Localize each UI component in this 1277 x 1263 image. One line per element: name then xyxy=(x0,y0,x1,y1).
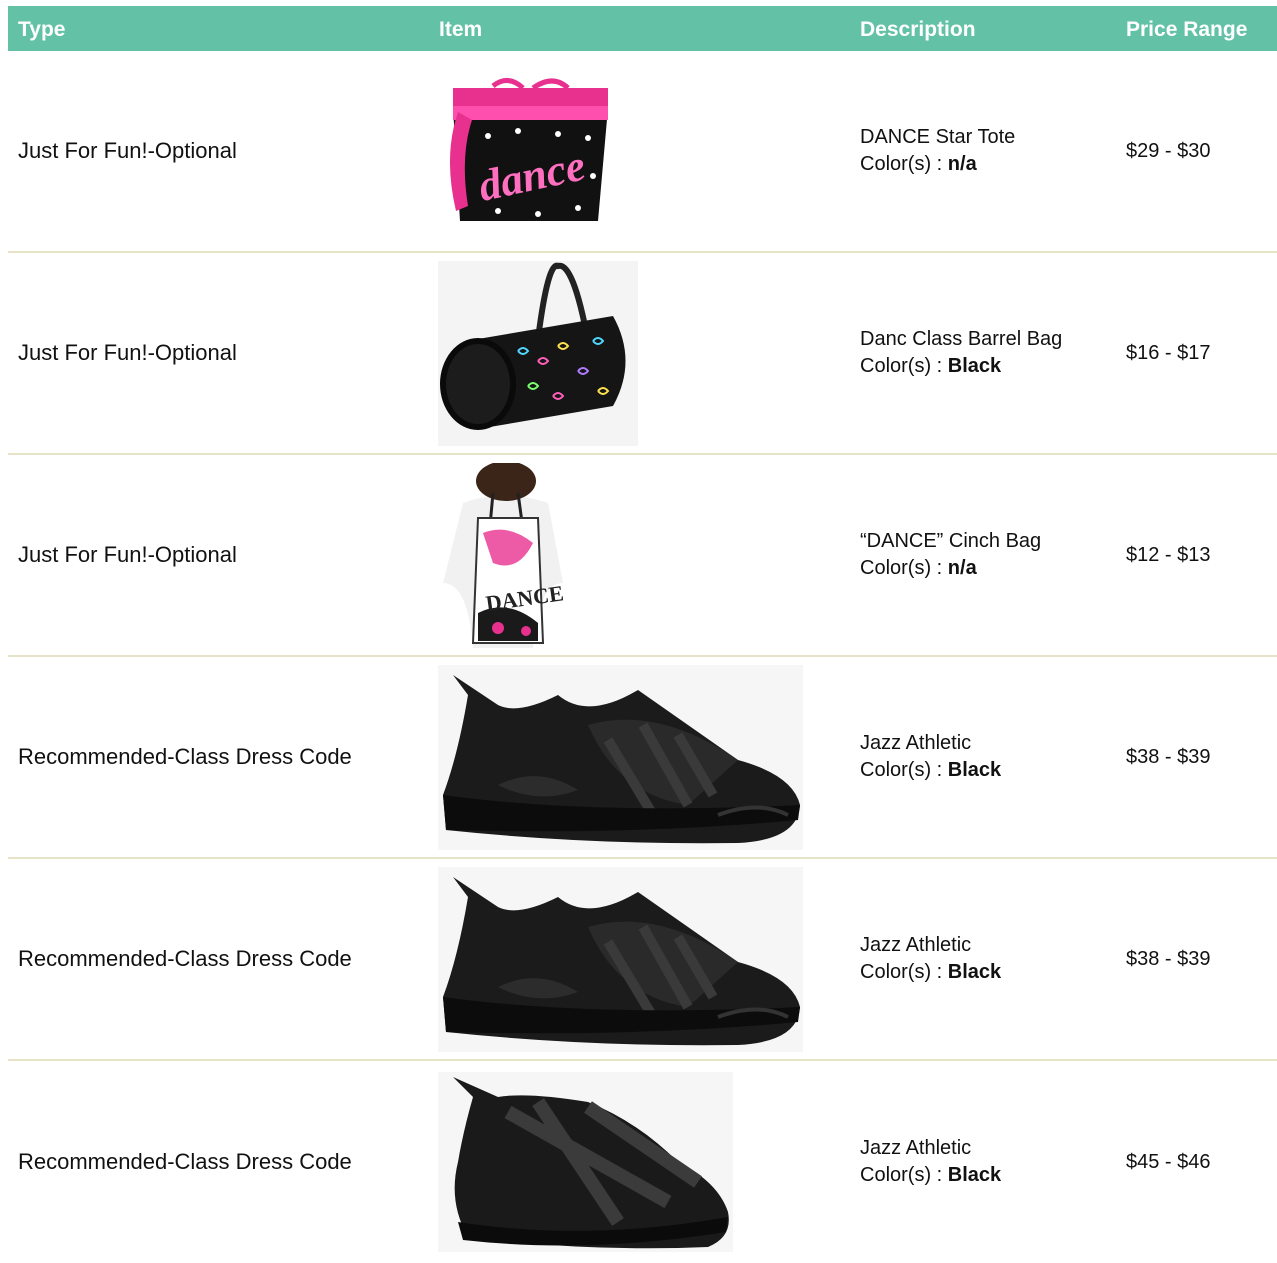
item-image[interactable] xyxy=(438,657,803,857)
type-cell: Recommended-Class Dress Code xyxy=(18,946,352,971)
table-row: Just For Fun!-Optional dance DANCE Star … xyxy=(8,51,1277,253)
color-value: Black xyxy=(947,1164,1002,1186)
item-image[interactable] xyxy=(438,859,803,1059)
table-row: Recommended-Class Dress Code Jazz Athlet… xyxy=(8,1061,1277,1263)
strap-sneaker-icon xyxy=(438,1072,733,1252)
price-cell: $12 - $13 xyxy=(1126,543,1211,566)
item-name: Jazz Athletic xyxy=(860,1137,972,1159)
item-color: Color(s) : Black xyxy=(860,959,1001,986)
color-label: Color(s) : xyxy=(860,153,948,175)
color-value: Black xyxy=(947,961,1002,983)
color-label: Color(s) : xyxy=(860,961,948,983)
color-label: Color(s) : xyxy=(860,557,948,579)
item-color: Color(s) : Black xyxy=(860,353,1062,380)
type-cell: Just For Fun!-Optional xyxy=(18,542,237,567)
table-row: Recommended-Class Dress Code Jazz Athlet… xyxy=(8,657,1277,859)
item-color: Color(s) : n/a xyxy=(860,151,1015,178)
description-cell: Jazz Athletic Color(s) : Black xyxy=(860,657,1001,857)
price-cell: $38 - $39 xyxy=(1126,947,1211,970)
type-cell: Recommended-Class Dress Code xyxy=(18,744,352,769)
description-cell: Danc Class Barrel Bag Color(s) : Black xyxy=(860,253,1062,453)
price-cell: $29 - $30 xyxy=(1126,139,1211,162)
table-row: Just For Fun!-Optional DANCE “DANCE” Cin… xyxy=(8,455,1277,657)
price-cell: $38 - $39 xyxy=(1126,745,1211,768)
description-cell: DANCE Star Tote Color(s) : n/a xyxy=(860,51,1015,251)
color-label: Color(s) : xyxy=(860,759,948,781)
color-value: Black xyxy=(947,759,1002,781)
color-value: n/a xyxy=(947,557,977,579)
price-cell: $45 - $46 xyxy=(1126,1150,1211,1173)
jazz-sneaker-icon xyxy=(438,866,803,1052)
description-cell: “DANCE” Cinch Bag Color(s) : n/a xyxy=(860,455,1041,655)
table-header: Type Item Description Price Range xyxy=(8,6,1277,51)
product-table: Type Item Description Price Range Just F… xyxy=(8,6,1277,1263)
star-tote-bag-icon: dance xyxy=(449,78,608,221)
color-label: Color(s) : xyxy=(860,355,948,377)
jazz-sneaker-icon xyxy=(438,664,803,850)
table-row: Recommended-Class Dress Code Jazz Athlet… xyxy=(8,859,1277,1061)
header-type: Type xyxy=(18,18,66,41)
item-name: Jazz Athletic xyxy=(860,934,972,956)
cinch-bag-icon: DANCE xyxy=(443,462,565,648)
description-cell: Jazz Athletic Color(s) : Black xyxy=(860,859,1001,1059)
barrel-bag-icon xyxy=(438,260,638,446)
item-name: Danc Class Barrel Bag xyxy=(860,328,1063,350)
header-description: Description xyxy=(860,18,976,41)
item-color: Color(s) : Black xyxy=(860,1162,1001,1189)
price-cell: $16 - $17 xyxy=(1126,341,1211,364)
type-cell: Just For Fun!-Optional xyxy=(18,138,237,163)
table-row: Just For Fun!-Optional Danc Class Barrel… xyxy=(8,253,1277,455)
item-color: Color(s) : n/a xyxy=(860,555,1041,582)
type-cell: Just For Fun!-Optional xyxy=(18,340,237,365)
color-value: Black xyxy=(947,355,1002,377)
type-cell: Recommended-Class Dress Code xyxy=(18,1149,352,1174)
item-name: “DANCE” Cinch Bag xyxy=(860,530,1042,552)
item-image[interactable]: dance xyxy=(438,51,608,251)
item-image[interactable]: DANCE xyxy=(438,455,568,655)
color-value: n/a xyxy=(947,153,977,175)
item-color: Color(s) : Black xyxy=(860,757,1001,784)
item-name: DANCE Star Tote xyxy=(860,126,1016,148)
item-name: Jazz Athletic xyxy=(860,732,972,754)
item-image[interactable] xyxy=(438,253,638,453)
header-item: Item xyxy=(439,18,483,41)
description-cell: Jazz Athletic Color(s) : Black xyxy=(860,1061,1001,1263)
header-price-range: Price Range xyxy=(1126,18,1248,41)
item-image[interactable] xyxy=(438,1061,733,1263)
color-label: Color(s) : xyxy=(860,1164,948,1186)
